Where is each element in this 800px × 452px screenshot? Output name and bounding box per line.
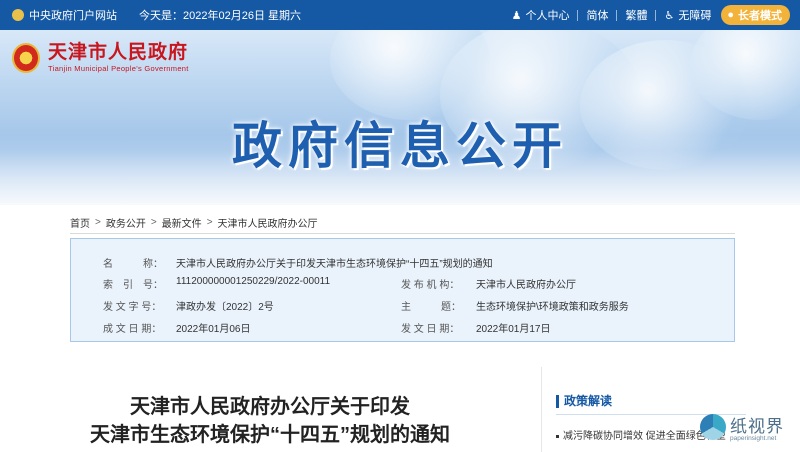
watermark-logo-icon	[700, 414, 726, 440]
site-logo[interactable]: 天津市人民政府 Tianjin Municipal People's Gover…	[12, 42, 189, 74]
breadcrumb-separator: >	[206, 217, 213, 228]
policy-heading: 政策解读	[556, 395, 746, 408]
breadcrumb-home[interactable]: 首页	[70, 215, 90, 230]
accessibility-link[interactable]: 无障碍	[678, 7, 711, 23]
article-title: 天津市人民政府办公厅关于印发 天津市生态环境保护“十四五”规划的通知	[60, 393, 480, 449]
topic-label: 主 题：	[401, 302, 461, 313]
accessibility-icon: ♿	[664, 9, 675, 22]
created-date-value: 2022年01月06日	[176, 324, 251, 335]
national-emblem-icon	[12, 9, 24, 21]
separator	[655, 9, 657, 21]
elder-mode-icon: ●	[727, 9, 734, 21]
government-seal-icon	[12, 43, 40, 73]
breadcrumb-divider	[70, 233, 735, 234]
central-portal-link[interactable]: 中央政府门户网站	[29, 7, 117, 23]
docno-value: 津政办发〔2022〕2号	[176, 302, 274, 313]
main-content: 首页 > 政务公开 > 最新文件 > 天津市人民政府办公厅 名 称： 天津市人民…	[0, 205, 800, 452]
article-title-line2: 天津市生态环境保护“十四五”规划的通知	[90, 424, 450, 446]
breadcrumb-separator: >	[150, 217, 157, 228]
logo-name-en: Tianjin Municipal People's Government	[48, 64, 189, 73]
traditional-chinese-link[interactable]: 繁體	[625, 7, 647, 23]
column-divider	[541, 367, 542, 452]
header-banner: 天津市人民政府 Tianjin Municipal People's Gover…	[0, 30, 800, 205]
article-title-line1: 天津市人民政府办公厅关于印发	[130, 396, 410, 418]
bullet-icon	[556, 434, 559, 438]
info-row-dates: 成 文 日 期： 2022年01月06日 发 文 日 期： 2022年01月17…	[71, 320, 734, 335]
personal-center-link[interactable]: 个人中心	[525, 7, 569, 23]
info-row-index: 索 引 号： 111200000001250229/2022-00011 发 布…	[71, 276, 734, 291]
index-value: 111200000001250229/2022-00011	[176, 276, 331, 287]
info-row-name: 名 称： 天津市人民政府办公厅关于印发天津市生态环境保护“十四五”规划的通知	[71, 255, 734, 270]
published-date-value: 2022年01月17日	[476, 324, 551, 335]
breadcrumb-latest-files[interactable]: 最新文件	[162, 215, 202, 230]
top-bar: 中央政府门户网站 今天是：2022年02月26日 星期六 ♟ 个人中心 简体 繁…	[0, 0, 800, 30]
topic-value: 生态环境保护\环境政策和政务服务	[476, 302, 629, 313]
separator	[616, 9, 618, 21]
top-bar-left: 中央政府门户网站 今天是：2022年02月26日 星期六	[12, 0, 301, 30]
issuer-value: 天津市人民政府办公厅	[476, 280, 576, 291]
issuer-label: 发 布 机 构：	[401, 280, 460, 291]
published-date-label: 发 文 日 期：	[401, 324, 460, 335]
simplified-chinese-link[interactable]: 简体	[586, 7, 608, 23]
top-bar-right: ♟ 个人中心 简体 繁體 ♿ 无障碍 ● 长者模式	[512, 0, 790, 30]
logo-name-cn: 天津市人民政府	[48, 42, 189, 63]
document-info-box: 名 称： 天津市人民政府办公厅关于印发天津市生态环境保护“十四五”规划的通知 索…	[70, 238, 735, 342]
name-value: 天津市人民政府办公厅关于印发天津市生态环境保护“十四五”规划的通知	[176, 259, 493, 270]
watermark-en: paperinsight.net	[730, 435, 777, 442]
elder-mode-label: 长者模式	[738, 10, 782, 22]
name-label: 名 称：	[103, 259, 163, 270]
docno-label: 发 文 字 号：	[103, 302, 162, 313]
watermark: 纸视界 paperinsight.net	[700, 410, 800, 452]
elder-mode-button[interactable]: ● 长者模式	[721, 5, 790, 25]
index-label: 索 引 号：	[103, 280, 163, 291]
info-row-docno: 发 文 字 号： 津政办发〔2022〕2号 主 题： 生态环境保护\环境政策和政…	[71, 298, 734, 313]
created-date-label: 成 文 日 期：	[103, 324, 162, 335]
breadcrumb-general-office[interactable]: 天津市人民政府办公厅	[218, 215, 318, 230]
watermark-cn: 纸视界	[730, 417, 784, 437]
today-date: 今天是：2022年02月26日 星期六	[139, 10, 301, 22]
banner-title: 政府信息公开	[232, 118, 568, 174]
breadcrumb: 首页 > 政务公开 > 最新文件 > 天津市人民政府办公厅	[70, 215, 318, 230]
breadcrumb-gov-affairs[interactable]: 政务公开	[106, 215, 146, 230]
breadcrumb-separator: >	[95, 217, 101, 228]
separator	[577, 9, 579, 21]
user-icon: ♟	[511, 9, 522, 22]
